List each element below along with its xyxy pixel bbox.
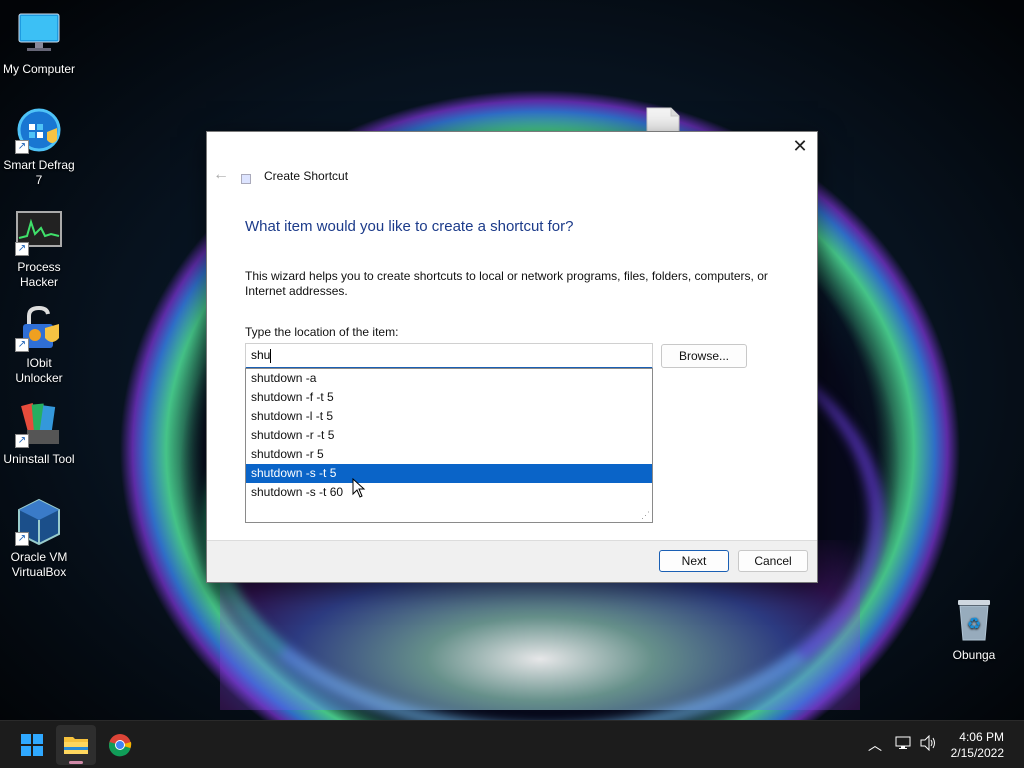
suggestion-item-selected[interactable]: shutdown -s -t 5 bbox=[246, 464, 652, 483]
shortcut-wizard-icon bbox=[241, 174, 251, 184]
desktop-icon-label: Smart Defrag 7 bbox=[3, 158, 75, 187]
desktop-icon-uninstall-tool[interactable]: ↗ Uninstall Tool bbox=[0, 400, 78, 467]
active-app-indicator bbox=[69, 761, 83, 764]
desktop-icon-label: IObit Unlocker bbox=[15, 356, 63, 385]
svg-text:♻: ♻ bbox=[967, 616, 981, 633]
wizard-description: This wizard helps you to create shortcut… bbox=[245, 269, 768, 298]
chrome-icon bbox=[108, 734, 132, 757]
desktop-icon-my-computer[interactable]: My Computer bbox=[0, 10, 78, 77]
desktop-file-icon[interactable] bbox=[646, 107, 680, 134]
dialog-title: Create Shortcut bbox=[264, 169, 349, 183]
desktop-icon-virtualbox[interactable]: ↗ Oracle VM VirtualBox bbox=[0, 498, 78, 580]
suggestion-item[interactable]: shutdown -f -t 5 bbox=[246, 388, 652, 407]
file-explorer-icon bbox=[64, 737, 88, 754]
iobit-unlocker-icon: ↗ bbox=[15, 304, 63, 352]
volume-icon[interactable] bbox=[920, 734, 938, 755]
desktop-icon-label: Process Hacker bbox=[17, 260, 61, 289]
network-icon[interactable] bbox=[895, 735, 911, 755]
desktop-icon-recycle-bin[interactable]: ♻ Obunga bbox=[935, 596, 1013, 663]
shortcut-arrow-icon: ↗ bbox=[15, 434, 29, 448]
shortcut-arrow-icon: ↗ bbox=[15, 532, 29, 546]
taskbar-file-explorer[interactable] bbox=[56, 725, 96, 765]
uninstall-tool-icon: ↗ bbox=[15, 400, 63, 448]
desktop-icon-label: Oracle VM VirtualBox bbox=[10, 550, 68, 579]
system-clock[interactable]: 4:06 PM 2/15/2022 bbox=[951, 729, 1004, 761]
autocomplete-dropdown: shutdown -a shutdown -f -t 5 shutdown -l… bbox=[245, 368, 653, 523]
suggestion-item[interactable]: shutdown -a bbox=[246, 369, 652, 388]
cancel-button[interactable]: Cancel bbox=[738, 550, 808, 572]
desktop-icon-smart-defrag[interactable]: ↗ Smart Defrag 7 bbox=[0, 106, 78, 188]
desktop-icon-iobit-unlocker[interactable]: ↗ IObit Unlocker bbox=[0, 304, 78, 386]
shortcut-arrow-icon: ↗ bbox=[15, 242, 29, 256]
shortcut-arrow-icon: ↗ bbox=[15, 338, 29, 352]
suggestion-item[interactable]: shutdown -r 5 bbox=[246, 445, 652, 464]
create-shortcut-dialog: ✕ ← Create Shortcut What item would you … bbox=[206, 131, 818, 583]
process-hacker-icon: ↗ bbox=[15, 208, 63, 256]
desktop-icon-label: Uninstall Tool bbox=[3, 452, 75, 466]
start-button[interactable] bbox=[12, 725, 52, 765]
taskbar: ︿ 4:06 PM 2/15/2022 bbox=[0, 720, 1024, 768]
dialog-footer: Next Cancel bbox=[207, 540, 817, 582]
location-input[interactable]: shu bbox=[245, 343, 653, 369]
monitor-icon bbox=[15, 10, 63, 58]
clock-time: 4:06 PM bbox=[959, 730, 1004, 744]
back-arrow-icon[interactable]: ← bbox=[213, 166, 229, 184]
location-input-value: shu bbox=[251, 348, 271, 362]
taskbar-chrome[interactable] bbox=[100, 725, 140, 765]
recycle-bin-icon: ♻ bbox=[950, 596, 998, 644]
suggestion-item[interactable]: shutdown -l -t 5 bbox=[246, 407, 652, 426]
next-button[interactable]: Next bbox=[659, 550, 729, 572]
text-caret bbox=[270, 348, 272, 363]
virtualbox-icon: ↗ bbox=[15, 498, 63, 546]
desktop-icon-label: Obunga bbox=[952, 648, 996, 662]
clock-date: 2/15/2022 bbox=[950, 746, 1004, 760]
chevron-up-icon[interactable]: ︿ bbox=[868, 735, 882, 755]
mouse-cursor-icon bbox=[352, 477, 366, 502]
wizard-heading: What item would you like to create a sho… bbox=[245, 218, 574, 235]
start-icon bbox=[21, 734, 43, 756]
location-label: Type the location of the item: bbox=[245, 325, 399, 339]
resize-grip-icon[interactable]: ⋰ bbox=[641, 510, 650, 521]
browse-button[interactable]: Browse... bbox=[661, 344, 747, 368]
shortcut-arrow-icon: ↗ bbox=[15, 140, 29, 154]
smart-defrag-icon: ↗ bbox=[15, 106, 63, 154]
suggestion-item[interactable]: shutdown -r -t 5 bbox=[246, 426, 652, 445]
suggestion-item[interactable]: shutdown -s -t 60 bbox=[246, 483, 652, 502]
close-button[interactable]: ✕ bbox=[783, 132, 817, 160]
desktop-icon-process-hacker[interactable]: ↗ Process Hacker bbox=[0, 208, 78, 290]
desktop-icon-label: My Computer bbox=[2, 62, 76, 76]
